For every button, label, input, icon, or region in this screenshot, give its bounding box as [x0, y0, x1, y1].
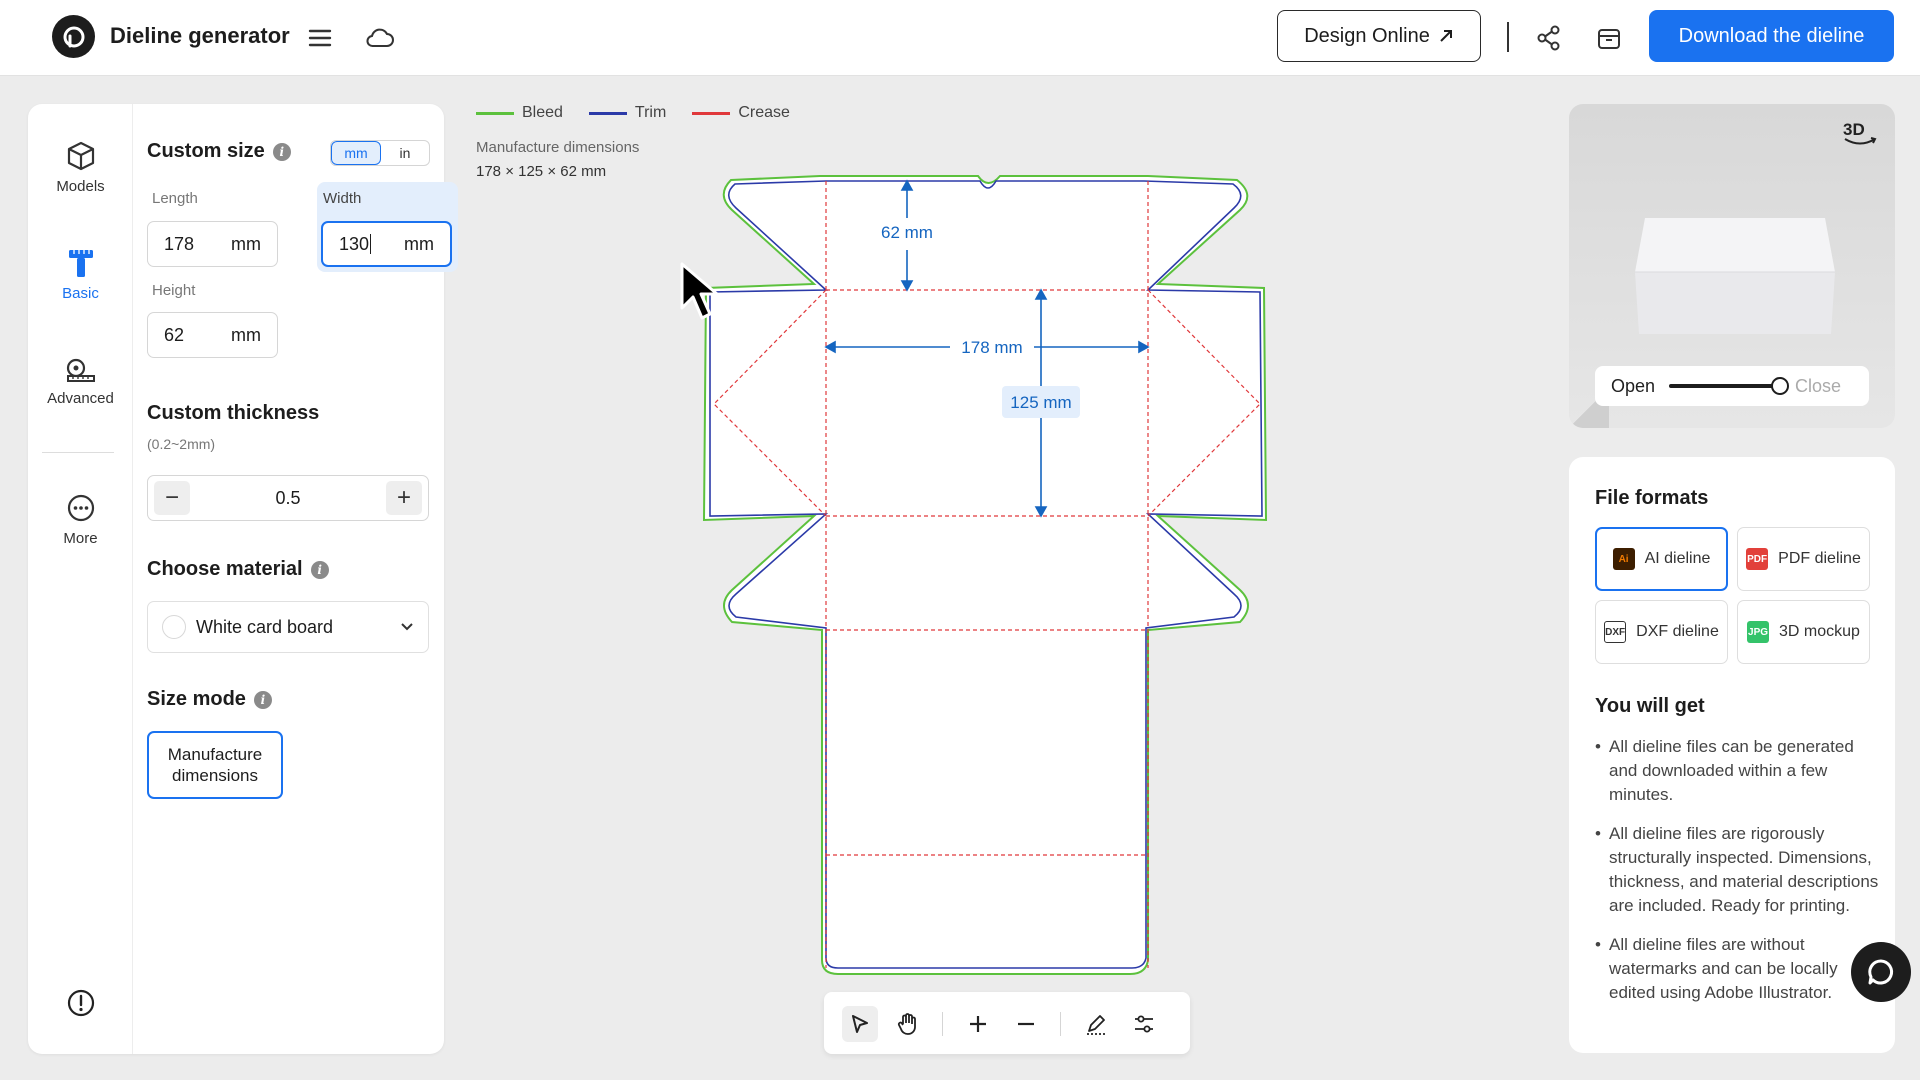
open-close-slider: Open Close [1595, 366, 1869, 406]
3d-mockup-option[interactable]: JPG 3D mockup [1737, 600, 1870, 664]
zoom-out-icon[interactable] [1008, 1006, 1044, 1042]
zoom-in-icon[interactable] [960, 1006, 996, 1042]
3d-mockup-label: 3D mockup [1779, 623, 1860, 640]
bleed-outline [702, 175, 1268, 975]
3d-view-icon[interactable]: 3D [1843, 120, 1877, 146]
list-item: All dieline files are rigorously structu… [1595, 822, 1885, 918]
chat-support-button[interactable] [1851, 942, 1911, 1002]
toolbar-divider [942, 1012, 943, 1036]
you-will-get-title: You will get [1595, 695, 1705, 717]
open-label: Open [1611, 375, 1656, 396]
ai-file-icon: Ai [1612, 548, 1635, 570]
jpg-file-icon: JPG [1747, 621, 1770, 643]
dim-width-label: 125 mm [1010, 393, 1071, 412]
select-tool-icon[interactable] [842, 1006, 878, 1042]
3d-preview-panel[interactable]: 3D Open Close [1569, 104, 1895, 428]
dxf-file-icon: DXF [1604, 621, 1627, 643]
pdf-file-icon: PDF [1746, 548, 1769, 570]
adjust-sliders-icon[interactable] [1126, 1006, 1162, 1042]
close-label: Close [1795, 375, 1842, 396]
mouse-cursor-icon [680, 262, 719, 320]
dxf-dieline-option[interactable]: DXF DXF dieline [1595, 600, 1728, 664]
file-formats-title: File formats [1595, 487, 1709, 509]
hand-tool-icon[interactable] [890, 1006, 926, 1042]
box-3d-render [1635, 218, 1835, 334]
slider-track[interactable] [1669, 377, 1790, 395]
dim-length-label: 178 mm [961, 338, 1022, 357]
3d-badge-label: 3D [1843, 120, 1865, 139]
chat-bubble-icon [1868, 959, 1894, 985]
pdf-dieline-label: PDF dieline [1778, 550, 1861, 567]
ai-dieline-label: AI dieline [1644, 550, 1711, 567]
benefits-list: All dieline files can be generated and d… [1595, 735, 1885, 1045]
pdf-dieline-option[interactable]: PDF PDF dieline [1737, 527, 1870, 591]
slider-knob[interactable] [1771, 377, 1790, 395]
toolbar-divider [1060, 1012, 1061, 1036]
canvas-toolbar [824, 992, 1190, 1054]
file-formats-panel: File formats Ai AI dieline PDF PDF dieli… [1569, 457, 1895, 1053]
list-item: All dieline files can be generated and d… [1595, 735, 1885, 807]
dim-height-label: 62 mm [881, 223, 933, 242]
edit-pen-icon[interactable] [1078, 1006, 1114, 1042]
dxf-dieline-label: DXF dieline [1636, 623, 1719, 640]
ai-dieline-option[interactable]: Ai AI dieline [1595, 527, 1728, 591]
list-item: All dieline files are without watermarks… [1595, 933, 1885, 1005]
